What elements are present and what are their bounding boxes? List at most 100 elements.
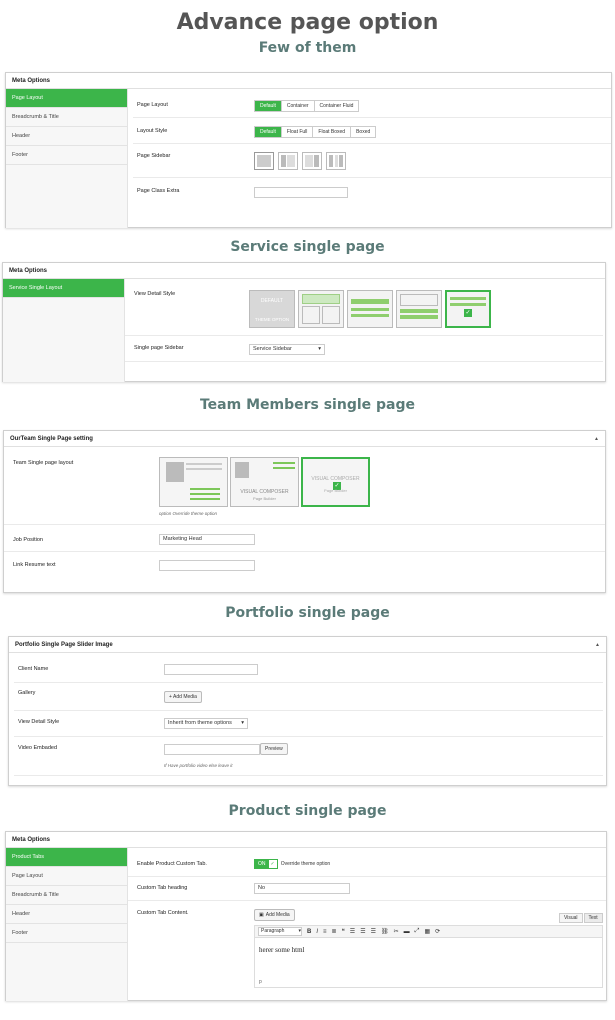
sidebar-none-option[interactable] (254, 152, 274, 170)
meta-options-panel-2: Meta Options Service Single Layout View … (2, 262, 606, 382)
chevron-down-icon: ▾ (318, 346, 321, 352)
divider (128, 900, 606, 901)
video-embed-input[interactable] (164, 744, 260, 755)
view-detail-style-label: View Detail Style (134, 291, 176, 297)
single-page-sidebar-label: Single page Sidebar (134, 345, 184, 351)
layout-style-boxed[interactable]: Boxed (350, 127, 375, 137)
custom-tab-toggle[interactable]: ON ✓ (254, 859, 278, 869)
add-media-button[interactable]: ▣ Add Media (254, 909, 295, 921)
layout-style-label: Layout Style (137, 128, 168, 134)
page-layout-label: Page Layout (137, 102, 168, 108)
add-media-button[interactable]: + Add Media (164, 691, 202, 703)
page-layout-default[interactable]: Default (255, 101, 281, 111)
bold-icon[interactable]: B (307, 929, 311, 935)
content-editor: Paragraph ▾ B I ≡ ≣ ❝ ☰ ☰ ☰ ⛓ ✂ ▬ ⤢ ▦ ⟳ h… (254, 925, 603, 988)
custom-tab-heading-input[interactable]: No (254, 883, 350, 894)
panel-title: Portfolio Single Page Slider Image ▲ (9, 637, 606, 653)
layout-style-1-option[interactable] (298, 290, 344, 328)
divider (128, 876, 606, 877)
layout-style-3-option[interactable] (396, 290, 442, 328)
meta-options-panel-1: Meta Options Page Layout Breadcrumb & Ti… (5, 72, 612, 228)
layout-style-default[interactable]: Default (255, 127, 281, 137)
section-heading-few: Few of them (258, 40, 357, 56)
chevron-up-icon[interactable]: ▲ (594, 431, 599, 447)
chevron-down-icon: ▾ (241, 720, 244, 726)
tab-footer[interactable]: Footer (6, 146, 127, 165)
job-position-label: Job Position (13, 537, 43, 543)
divider (14, 682, 603, 683)
tab-breadcrumb-title[interactable]: Breadcrumb & Title (6, 886, 127, 905)
divider (133, 177, 611, 178)
tab-visual[interactable]: Visual (559, 913, 583, 923)
layout-style-2-option[interactable] (347, 290, 393, 328)
tab-breadcrumb-title[interactable]: Breadcrumb & Title (6, 108, 127, 127)
tab-text[interactable]: Text (583, 913, 603, 923)
tab-header[interactable]: Header (6, 905, 127, 924)
page-title: Advance page option (176, 10, 439, 35)
sidebar-left-option[interactable] (278, 152, 298, 170)
divider (133, 117, 611, 118)
panel-title: OurTeam Single Page setting ▲ (4, 431, 605, 447)
align-right-icon[interactable]: ☰ (371, 928, 376, 935)
enable-custom-tab-control: ON ✓ Override theme option (254, 859, 330, 869)
format-select[interactable]: Paragraph ▾ (258, 927, 302, 936)
divider (14, 710, 603, 711)
preview-button[interactable]: Preview (260, 743, 288, 755)
single-page-sidebar-select[interactable]: Service Sidebar ▾ (249, 344, 325, 355)
divider (133, 143, 611, 144)
tab-page-layout[interactable]: Page Layout (6, 89, 127, 108)
team-layout-options: VISUAL COMPOSER Page Builder VISUAL COMP… (159, 457, 370, 507)
read-more-icon[interactable]: ▬ (404, 929, 410, 935)
job-position-input[interactable]: Marketing Head (159, 534, 255, 545)
italic-icon[interactable]: I (316, 929, 318, 935)
panel-title: Meta Options (3, 263, 605, 279)
page-layout-container[interactable]: Container (280, 101, 314, 111)
divider (4, 524, 605, 525)
unlink-icon[interactable]: ✂ (394, 928, 399, 935)
layout-style-selector: Default Float Full Float Boxed Boxed (254, 126, 377, 138)
team-layout-1-option[interactable] (159, 457, 228, 507)
team-layout-2-option[interactable]: VISUAL COMPOSER Page Builder (230, 457, 299, 507)
editor-body[interactable]: herer some html (255, 938, 602, 962)
bullet-list-icon[interactable]: ≡ (323, 929, 327, 935)
page-class-input[interactable] (254, 187, 348, 198)
section-heading-service: Service single page (230, 239, 385, 255)
check-icon: ✓ (464, 309, 472, 317)
page-layout-selector: Default Container Container Fluid (254, 100, 360, 112)
chevron-up-icon[interactable]: ▲ (595, 637, 600, 653)
ourteam-settings-panel: OurTeam Single Page setting ▲ Team Single… (3, 430, 606, 593)
sidebar-both-option[interactable] (326, 152, 346, 170)
divider (125, 361, 603, 362)
tab-page-layout[interactable]: Page Layout (6, 867, 127, 886)
align-center-icon[interactable]: ☰ (360, 928, 365, 935)
layout-default-option[interactable]: DEFAULT THEME OPTION (249, 290, 295, 328)
sidebar-right-option[interactable] (302, 152, 322, 170)
meta-options-panel-5: Meta Options Product Tabs Page Layout Br… (5, 831, 607, 1001)
link-resume-input[interactable] (159, 560, 255, 571)
numbered-list-icon[interactable]: ≣ (332, 928, 337, 935)
client-name-label: Client Name (18, 666, 49, 672)
layout-style-float-boxed[interactable]: Float Boxed (312, 127, 350, 137)
align-left-icon[interactable]: ☰ (350, 928, 355, 935)
link-icon[interactable]: ⛓ (381, 928, 389, 935)
tab-service-single-layout[interactable]: Service Single Layout (3, 279, 124, 298)
section-heading-team: Team Members single page (199, 397, 415, 413)
view-detail-style-select[interactable]: Inherit from theme options ▾ (164, 718, 248, 729)
client-name-input[interactable] (164, 664, 258, 675)
editor-path: p (259, 979, 262, 985)
fullscreen-icon[interactable]: ⤢ (415, 928, 420, 935)
tabs-sidebar: Product Tabs Page Layout Breadcrumb & Ti… (6, 848, 128, 1001)
tab-product-tabs[interactable]: Product Tabs (6, 848, 127, 867)
media-icon: ▣ (259, 912, 264, 918)
quote-icon[interactable]: ❝ (342, 928, 345, 935)
tab-header[interactable]: Header (6, 127, 127, 146)
layout-style-4-option[interactable]: ✓ (445, 290, 491, 328)
tab-footer[interactable]: Footer (6, 924, 127, 943)
refresh-icon[interactable]: ⟳ (435, 928, 440, 935)
layout-style-float-full[interactable]: Float Full (280, 127, 313, 137)
link-resume-label: Link Resume text (13, 562, 56, 568)
toolbar-toggle-icon[interactable]: ▦ (424, 928, 430, 935)
check-icon: ✓ (268, 860, 277, 868)
page-layout-container-fluid[interactable]: Container Fluid (313, 101, 359, 111)
team-layout-vc-option[interactable]: VISUAL COMPOSER ✓ Page Builder (301, 457, 370, 507)
